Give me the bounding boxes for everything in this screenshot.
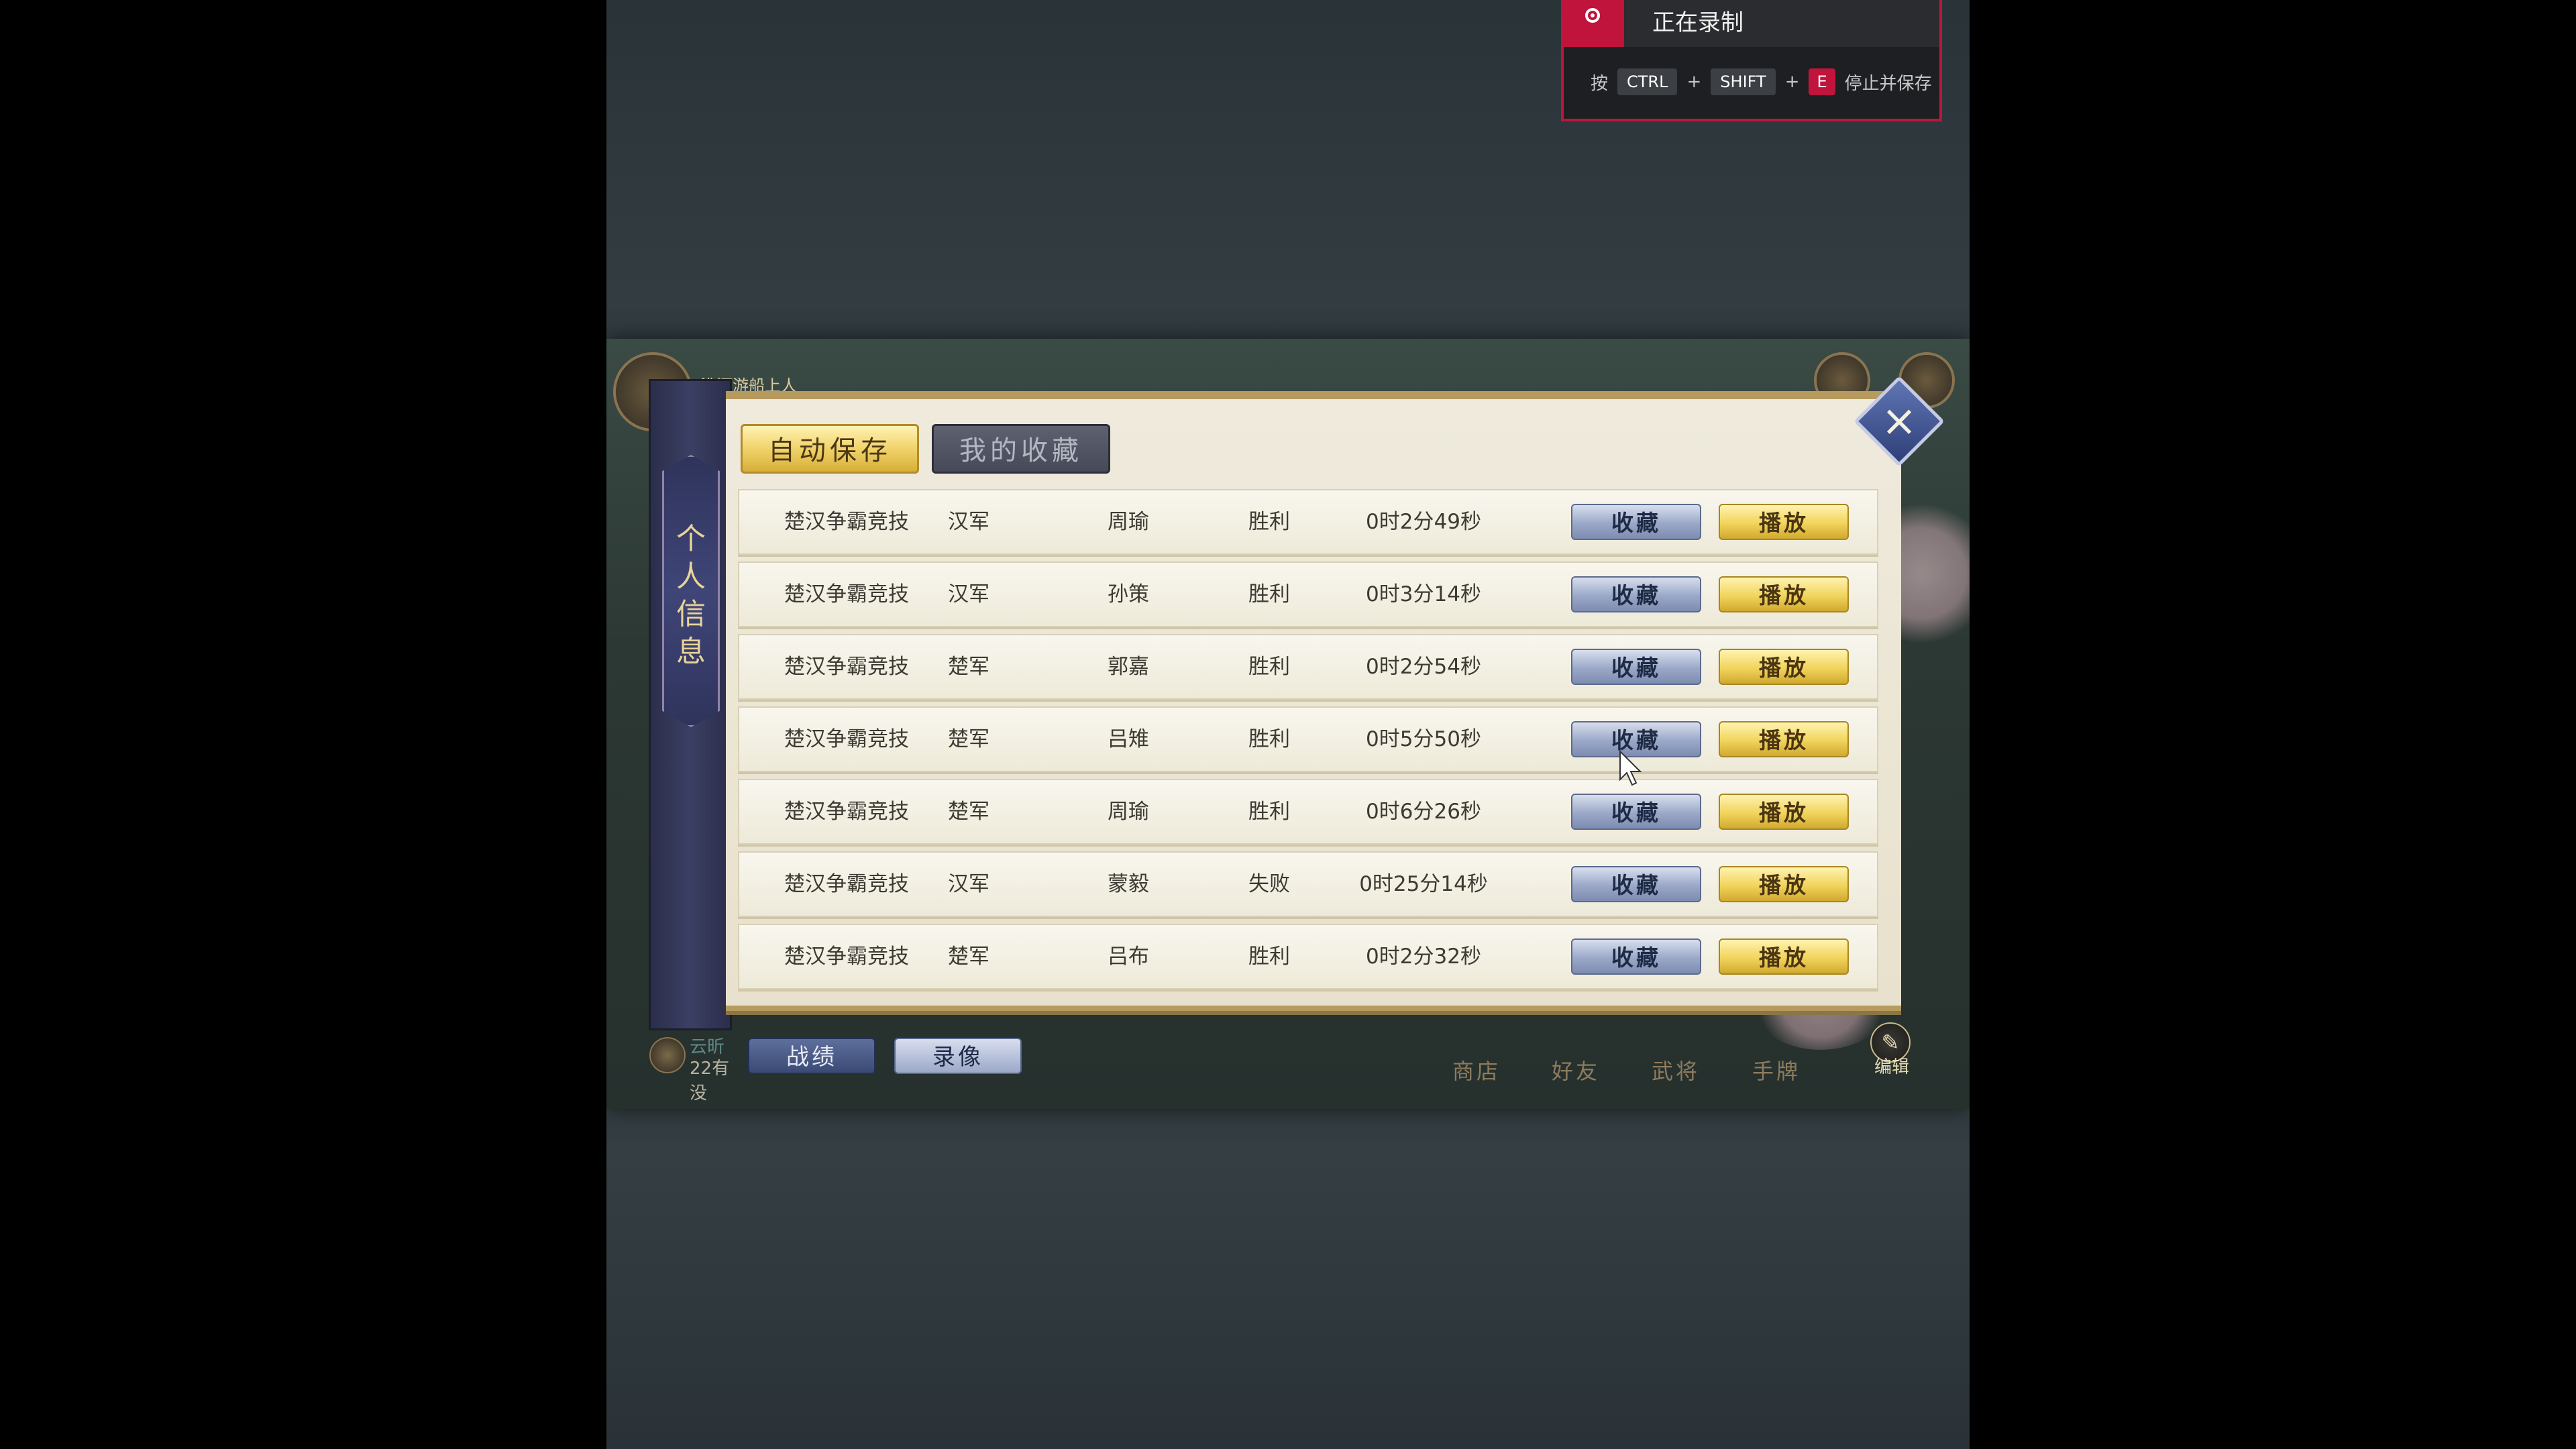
nav-shop[interactable]: 商店 <box>1452 1055 1501 1085</box>
duration-cell: 0时2分32秒 <box>1366 945 1481 969</box>
play-button[interactable]: 播放 <box>1719 721 1849 757</box>
play-button[interactable]: 播放 <box>1719 649 1849 685</box>
mode-cell: 楚汉争霸竞技 <box>784 582 909 606</box>
result-cell: 胜利 <box>1248 727 1290 751</box>
duration-cell: 0时2分54秒 <box>1366 655 1481 679</box>
tab-replay[interactable]: 录像 <box>894 1038 1022 1074</box>
hint-suffix: 停止并保存 <box>1844 73 1932 94</box>
favorite-button[interactable]: 收藏 <box>1571 576 1701 612</box>
key-e: E <box>1809 68 1835 95</box>
mode-cell: 楚汉争霸竞技 <box>784 655 909 679</box>
nav-hand-cards[interactable]: 手牌 <box>1752 1055 1801 1085</box>
side-cell: 楚军 <box>948 945 989 969</box>
mode-cell: 楚汉争霸竞技 <box>784 727 909 751</box>
favorite-button[interactable]: 收藏 <box>1571 794 1701 830</box>
duration-cell: 0时6分26秒 <box>1366 800 1481 824</box>
result-cell: 失败 <box>1248 872 1290 896</box>
play-button[interactable]: 播放 <box>1719 794 1849 830</box>
close-icon: × <box>1881 396 1917 446</box>
mode-cell: 楚汉争霸竞技 <box>784 510 909 534</box>
side-cell: 楚军 <box>948 655 989 679</box>
replay-list: 楚汉争霸竞技 汉军 周瑜 胜利 0时2分49秒 收藏 播放 楚汉争霸竞技 汉军 … <box>738 489 1878 996</box>
tab-battle-record[interactable]: 战绩 <box>748 1038 875 1074</box>
nav-friends[interactable]: 好友 <box>1552 1055 1600 1085</box>
duration-cell: 0时5分50秒 <box>1366 727 1481 751</box>
hero-cell: 周瑜 <box>1108 800 1149 824</box>
stop-hint: 按 CTRL + SHIFT + E 停止并保存 <box>1591 68 1932 95</box>
record-dot-icon <box>1585 8 1600 23</box>
side-cell: 汉军 <box>948 510 989 534</box>
table-row: 楚汉争霸竞技 汉军 孙策 胜利 0时3分14秒 收藏 播放 <box>738 561 1878 627</box>
result-cell: 胜利 <box>1248 800 1290 824</box>
hero-cell: 吕布 <box>1108 945 1149 969</box>
plus-sign: + <box>1686 72 1702 92</box>
mouse-cursor-icon <box>1619 750 1642 786</box>
key-shift: SHIFT <box>1711 68 1776 95</box>
side-badge: 个 人 信 息 <box>662 455 720 727</box>
side-cell: 楚军 <box>948 727 989 751</box>
nav-generals[interactable]: 武将 <box>1652 1055 1700 1085</box>
edit-button[interactable]: ✎ 编辑 <box>1851 1020 1932 1080</box>
hero-cell: 孙策 <box>1108 582 1149 606</box>
mode-cell: 楚汉争霸竞技 <box>784 872 909 896</box>
hero-cell: 吕雉 <box>1108 727 1149 751</box>
hero-cell: 蒙毅 <box>1108 872 1149 896</box>
side-cell: 楚军 <box>948 800 989 824</box>
result-cell: 胜利 <box>1248 582 1290 606</box>
table-row: 楚汉争霸竞技 汉军 周瑜 胜利 0时2分49秒 收藏 播放 <box>738 489 1878 555</box>
table-row: 楚汉争霸竞技 楚军 周瑜 胜利 0时6分26秒 收藏 播放 <box>738 779 1878 845</box>
play-button[interactable]: 播放 <box>1719 576 1849 612</box>
record-indicator <box>1564 0 1624 47</box>
side-cell: 汉军 <box>948 582 989 606</box>
plus-sign: + <box>1784 72 1800 92</box>
mode-cell: 楚汉争霸竞技 <box>784 800 909 824</box>
duration-cell: 0时2分49秒 <box>1366 510 1481 534</box>
play-button[interactable]: 播放 <box>1719 866 1849 902</box>
hero-cell: 周瑜 <box>1108 510 1149 534</box>
recording-overlay: 正在录制 按 CTRL + SHIFT + E 停止并保存 <box>1561 0 1942 121</box>
hero-cell: 郭嘉 <box>1108 655 1149 679</box>
table-row: 楚汉争霸竞技 楚军 吕雉 胜利 0时5分50秒 收藏 播放 <box>738 706 1878 772</box>
result-cell: 胜利 <box>1248 510 1290 534</box>
table-row: 楚汉争霸竞技 楚军 吕布 胜利 0时2分32秒 收藏 播放 <box>738 924 1878 989</box>
result-cell: 胜利 <box>1248 655 1290 679</box>
side-tab-label: 个 人 信 息 <box>676 522 706 669</box>
side-cell: 汉军 <box>948 872 989 896</box>
edit-label: 编辑 <box>1874 1057 1909 1077</box>
replay-panel: 自动保存 我的收藏 楚汉争霸竞技 汉军 周瑜 胜利 0时2分49秒 收藏 播放 … <box>726 391 1901 1015</box>
favorite-button[interactable]: 收藏 <box>1571 504 1701 540</box>
side-tab-personal-info[interactable]: 个 人 信 息 <box>649 379 732 1030</box>
player-avatar-small[interactable] <box>649 1037 686 1073</box>
duration-cell: 0时3分14秒 <box>1366 582 1481 606</box>
tab-my-favorites[interactable]: 我的收藏 <box>932 424 1110 474</box>
favorite-button[interactable]: 收藏 <box>1571 938 1701 975</box>
player-info: 云昕 22有没 <box>649 1033 743 1104</box>
recording-header: 正在录制 <box>1564 0 1939 47</box>
recording-status: 正在录制 <box>1652 9 1743 36</box>
table-row: 楚汉争霸竞技 楚军 郭嘉 胜利 0时2分54秒 收藏 播放 <box>738 634 1878 700</box>
table-row: 楚汉争霸竞技 汉军 蒙毅 失败 0时25分14秒 收藏 播放 <box>738 851 1878 917</box>
favorite-button[interactable]: 收藏 <box>1571 866 1701 902</box>
play-button[interactable]: 播放 <box>1719 504 1849 540</box>
play-button[interactable]: 播放 <box>1719 938 1849 975</box>
duration-cell: 0时25分14秒 <box>1359 872 1488 896</box>
hint-prefix: 按 <box>1591 73 1609 94</box>
result-cell: 胜利 <box>1248 945 1290 969</box>
tab-auto-save[interactable]: 自动保存 <box>741 424 919 474</box>
favorite-button[interactable]: 收藏 <box>1571 649 1701 685</box>
player-status: 22有没 <box>690 1059 730 1104</box>
mode-cell: 楚汉争霸竞技 <box>784 945 909 969</box>
key-ctrl: CTRL <box>1617 68 1678 95</box>
